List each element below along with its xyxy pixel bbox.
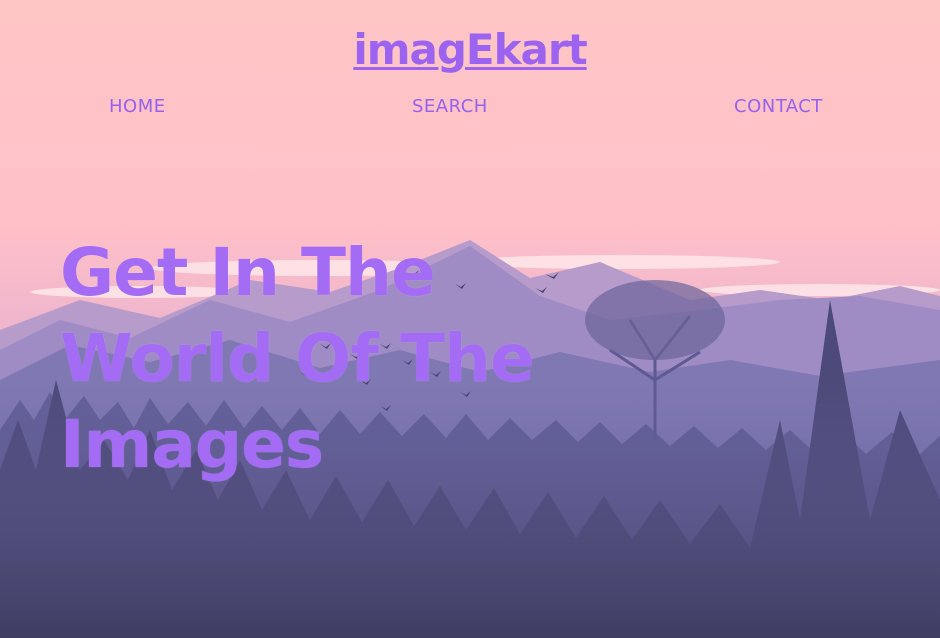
nav-contact-link[interactable]: CONTACT <box>734 96 823 117</box>
nav-search-link[interactable]: SEARCH <box>412 96 488 117</box>
brand-logo: imagEkart <box>0 22 940 78</box>
hero-headline: Get In The World Of The Images <box>60 230 620 488</box>
main-nav: HOME SEARCH CONTACT <box>0 96 940 120</box>
hero-headline-line-3: Images <box>60 406 324 484</box>
nav-home-link[interactable]: HOME <box>109 96 166 117</box>
brand-link[interactable]: imagEkart <box>353 25 587 74</box>
hero-headline-line-2: World Of The <box>60 320 535 398</box>
hero-headline-line-1: Get In The <box>60 234 436 312</box>
page: imagEkart HOME SEARCH CONTACT Get In The… <box>0 0 940 638</box>
